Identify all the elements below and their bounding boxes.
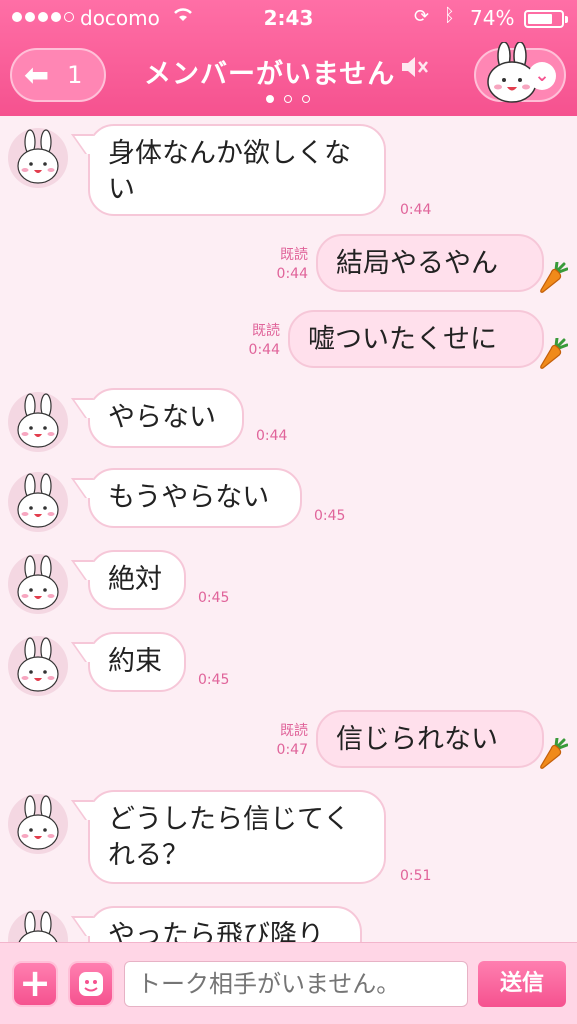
avatar[interactable] (8, 636, 68, 696)
message-bubble[interactable]: もうやらない (88, 468, 302, 528)
message-time: 0:51 (400, 868, 432, 884)
page-dot (266, 95, 274, 103)
message-text: やったら飛び降りる (108, 920, 324, 942)
read-receipt: 既読 0:44 (244, 246, 308, 284)
sticker-button[interactable] (68, 961, 114, 1007)
message-bubble[interactable]: 身体なんか欲しくない (88, 124, 386, 216)
message-text: い (108, 174, 135, 205)
incoming-message: 約束 0:45 (0, 632, 577, 696)
battery-percentage: 74% (470, 6, 515, 30)
message-text: どうしたら信じてく (108, 804, 351, 835)
message-bubble[interactable]: どうしたら信じてく れる？ (88, 790, 386, 884)
message-bubble[interactable]: 絶対 (88, 550, 186, 610)
unread-count: 1 (67, 61, 83, 89)
outgoing-message: 信じられない 既読 0:47 (0, 710, 577, 769)
avatar[interactable] (8, 794, 68, 854)
chat-header: docomo 2:43 ⟳ ᛒ 74% ⬅ 1 メンバーがいません ⌄ (0, 0, 577, 116)
mute-icon (400, 54, 430, 87)
avatar[interactable] (8, 554, 68, 614)
message-time: 0:45 (198, 590, 230, 606)
battery-icon (524, 10, 568, 28)
avatar[interactable] (8, 910, 68, 942)
message-time: 0:47 (276, 742, 308, 758)
message-text: れる？ (108, 840, 189, 871)
status-bar: docomo 2:43 ⟳ ᛒ 74% (0, 0, 577, 36)
page-indicator (266, 95, 310, 103)
chevron-down-icon: ⌄ (528, 62, 556, 90)
input-bar: + 送信 (0, 942, 577, 1024)
incoming-message: やらない 0:44 (0, 388, 577, 452)
menu-button[interactable]: ⌄ (474, 41, 566, 103)
read-label: 既読 (252, 323, 280, 339)
message-text: やらない (108, 402, 216, 433)
incoming-message: どうしたら信じてく れる？ 0:51 (0, 790, 577, 884)
carrot-icon (538, 260, 569, 298)
plus-icon: + (19, 961, 51, 1005)
message-bubble[interactable]: 嘘ついたくせに (288, 310, 544, 368)
outgoing-message: 結局やるやん 既読 0:44 (0, 234, 577, 293)
read-receipt: 既読 0:47 (244, 722, 308, 760)
message-bubble[interactable]: 約束 (88, 632, 186, 692)
carrot-icon (538, 336, 569, 374)
rotation-lock-icon: ⟳ (414, 6, 430, 27)
back-arrow-icon: ⬅ (24, 57, 50, 93)
message-bubble[interactable]: やらない (88, 388, 244, 448)
message-bubble[interactable]: 信じられない (316, 710, 544, 768)
incoming-message: やったら飛び降りる (0, 906, 577, 942)
page-dot (284, 95, 292, 103)
message-list[interactable]: 身体なんか欲しくない 0:44 結局やるやん 既読 0:44 嘘ついたくせに 既読 0:4… (0, 116, 577, 942)
page-dot (302, 95, 310, 103)
message-time: 0:44 (276, 266, 308, 282)
message-time: 0:44 (400, 202, 432, 218)
carrot-icon (538, 736, 569, 774)
message-text: 身体なんか欲しくな (108, 138, 351, 169)
plus-button[interactable]: + (12, 961, 58, 1007)
message-time: 0:44 (248, 342, 280, 358)
read-receipt: 既読 0:44 (216, 322, 280, 360)
read-label: 既読 (280, 247, 308, 263)
sticker-icon (79, 972, 103, 996)
outgoing-message: 嘘ついたくせに 既読 0:44 (0, 310, 577, 369)
avatar[interactable] (8, 472, 68, 532)
avatar[interactable] (8, 392, 68, 452)
read-label: 既読 (280, 723, 308, 739)
back-button[interactable]: ⬅ 1 (10, 48, 106, 102)
send-button[interactable]: 送信 (478, 961, 566, 1007)
incoming-message: もうやらない 0:45 (0, 468, 577, 532)
message-text: もうやらない (108, 482, 270, 513)
chat-title: メンバーがいません (144, 59, 396, 90)
message-text: 結局やるやん (336, 248, 498, 279)
message-time: 0:44 (256, 428, 288, 444)
message-time: 0:45 (198, 672, 230, 688)
message-text: 約束 (108, 646, 162, 677)
message-bubble[interactable]: やったら飛び降りる (88, 906, 362, 942)
incoming-message: 身体なんか欲しくない 0:44 (0, 124, 577, 218)
message-text: 信じられない (336, 724, 498, 755)
message-text: 嘘ついたくせに (308, 324, 497, 355)
message-bubble[interactable]: 結局やるやん (316, 234, 544, 292)
message-text: 絶対 (108, 564, 162, 595)
message-time: 0:45 (314, 508, 346, 524)
incoming-message: 絶対 0:45 (0, 550, 577, 614)
message-input[interactable] (124, 961, 468, 1007)
avatar[interactable] (8, 128, 68, 188)
bluetooth-icon: ᛒ (444, 5, 455, 26)
